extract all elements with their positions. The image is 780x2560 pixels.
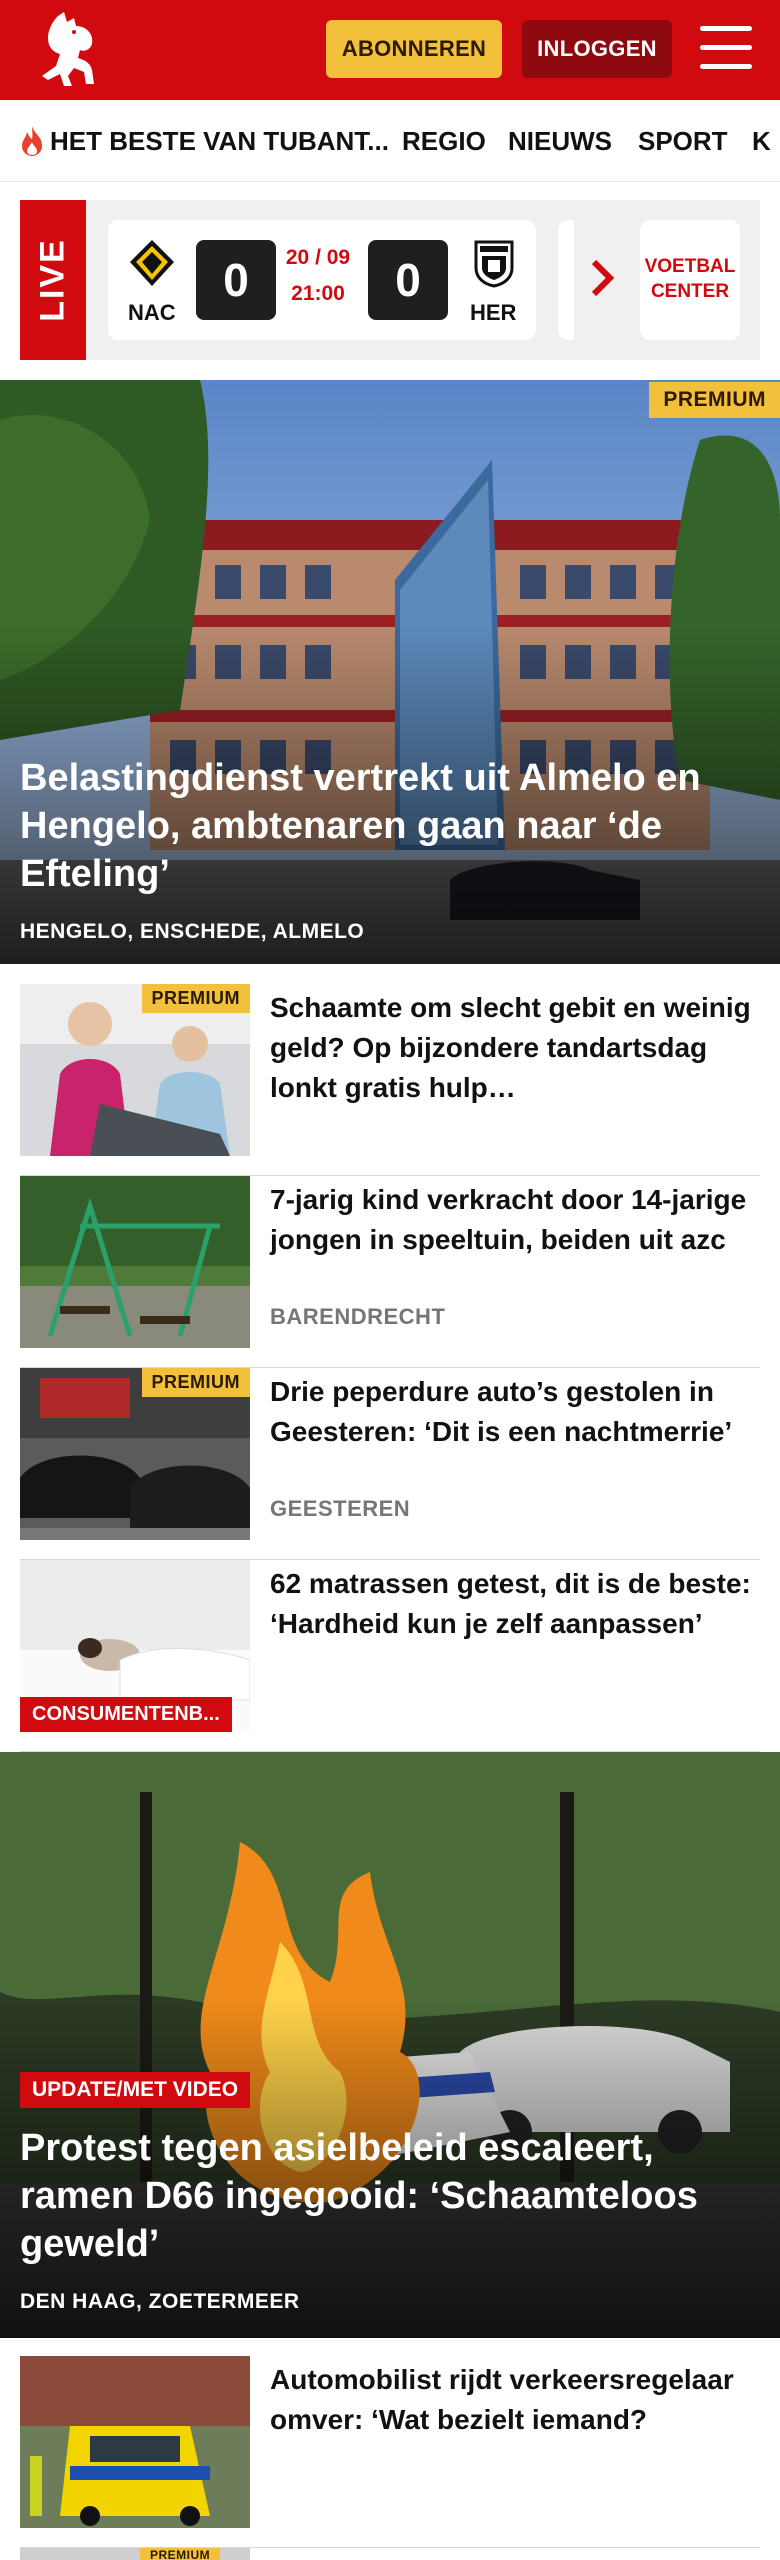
article-location: GEESTEREN xyxy=(270,1496,411,1521)
nav-item-more[interactable]: K xyxy=(752,100,771,181)
heracles-crest-icon xyxy=(474,240,514,288)
live-tag: LIVE xyxy=(20,200,86,360)
nav-item-nieuws[interactable]: NIEUWS xyxy=(508,100,612,181)
article-title: 62 matrassen getest, dit is de beste: ‘H… xyxy=(270,1568,751,1639)
article-title: Drie peperdure auto’s gestolen in Geeste… xyxy=(270,1376,733,1447)
section-nav: HET BESTE VAN TUBANT... REGIO NIEUWS SPO… xyxy=(0,100,780,182)
home-score: 0 xyxy=(196,240,276,320)
live-scores-widget: LIVE NAC 0 20 / 09 21:00 0 HER VOETBAL CE… xyxy=(20,200,760,360)
hero-location: HENGELO, ENSCHEDE, ALMELO xyxy=(20,920,365,943)
list-item[interactable]: CONSUMENTENB... 62 matrassen getest, dit… xyxy=(20,1560,760,1752)
subscribe-button[interactable]: ABONNEREN xyxy=(326,20,502,78)
article-title: Automobilist rijdt verkeersrege­laar omv… xyxy=(270,2364,734,2435)
flame-icon xyxy=(22,126,42,156)
voetbalcenter-link[interactable]: VOETBAL CENTER xyxy=(640,220,740,340)
away-team-label: HER xyxy=(470,300,517,325)
nav-item-label: HET BESTE VAN TUBANT... xyxy=(50,125,389,156)
premium-badge: PREMIUM xyxy=(141,984,250,1013)
next-match-card-peek[interactable] xyxy=(558,220,574,340)
article-title: 7-jarig kind verkracht door 14-jarige jo… xyxy=(270,1184,747,1255)
article-location: BARENDRECHT xyxy=(270,1304,446,1329)
list-item[interactable]: PREMIUM Schaamte om slecht gebit en wein… xyxy=(20,984,760,1176)
match-date: 20 / 09 xyxy=(285,246,351,269)
article-thumbnail: CONSUMENTENB... xyxy=(20,1560,250,1732)
away-score: 0 xyxy=(368,240,448,320)
article-thumbnail[interactable]: PREMIUM xyxy=(20,2548,250,2560)
chevron-right-icon[interactable] xyxy=(588,258,618,298)
update-badge: UPDATE/MET VIDEO xyxy=(20,2072,251,2108)
hero-article[interactable]: UPDATE/MET VIDEO Protest tegen asielbele… xyxy=(0,1752,780,2338)
category-badge: CONSUMENTENB... xyxy=(20,1697,232,1732)
home-team-label: NAC xyxy=(128,300,176,325)
menu-icon[interactable] xyxy=(700,24,752,72)
list-item[interactable]: PREMIUM Drie peperdure auto’s gestolen i… xyxy=(20,1368,760,1560)
hero-title: Belastingdienst vertrekt uit Almelo en H… xyxy=(20,757,701,895)
premium-badge: PREMIUM xyxy=(649,382,780,418)
premium-badge: PREMIUM xyxy=(140,2548,221,2560)
article-title: Schaamte om slecht gebit en weinig geld?… xyxy=(270,992,751,1103)
hero-location: DEN HAAG, ZOETERMEER xyxy=(20,2290,300,2313)
nav-item-best-of[interactable]: HET BESTE VAN TUBANT... xyxy=(18,100,389,181)
login-button[interactable]: INLOGGEN xyxy=(522,20,672,78)
list-item[interactable]: Automobilist rijdt verkeersrege­laar omv… xyxy=(20,2356,760,2548)
top-header: ABONNEREN INLOGGEN xyxy=(0,0,780,100)
article-thumbnail: PREMIUM xyxy=(20,1368,250,1540)
nac-crest-icon xyxy=(130,240,174,286)
nav-item-regio[interactable]: REGIO xyxy=(402,100,486,181)
hero-title: Protest tegen asielbeleid escaleert, ram… xyxy=(20,2127,698,2265)
nav-item-sport[interactable]: SPORT xyxy=(638,100,728,181)
tubantia-horse-logo-icon[interactable] xyxy=(34,10,110,90)
article-thumbnail xyxy=(20,2356,250,2528)
match-time: 21:00 xyxy=(291,282,345,305)
list-item[interactable]: 7-jarig kind verkracht door 14-jarige jo… xyxy=(20,1176,760,1368)
article-thumbnail xyxy=(20,1176,250,1348)
premium-badge: PREMIUM xyxy=(141,1368,250,1397)
hero-article[interactable]: PREMIUM Belastingdienst vertrekt uit Alm… xyxy=(0,380,780,964)
article-thumbnail: PREMIUM xyxy=(20,984,250,1156)
match-card[interactable]: NAC 0 20 / 09 21:00 0 HER xyxy=(108,220,536,340)
